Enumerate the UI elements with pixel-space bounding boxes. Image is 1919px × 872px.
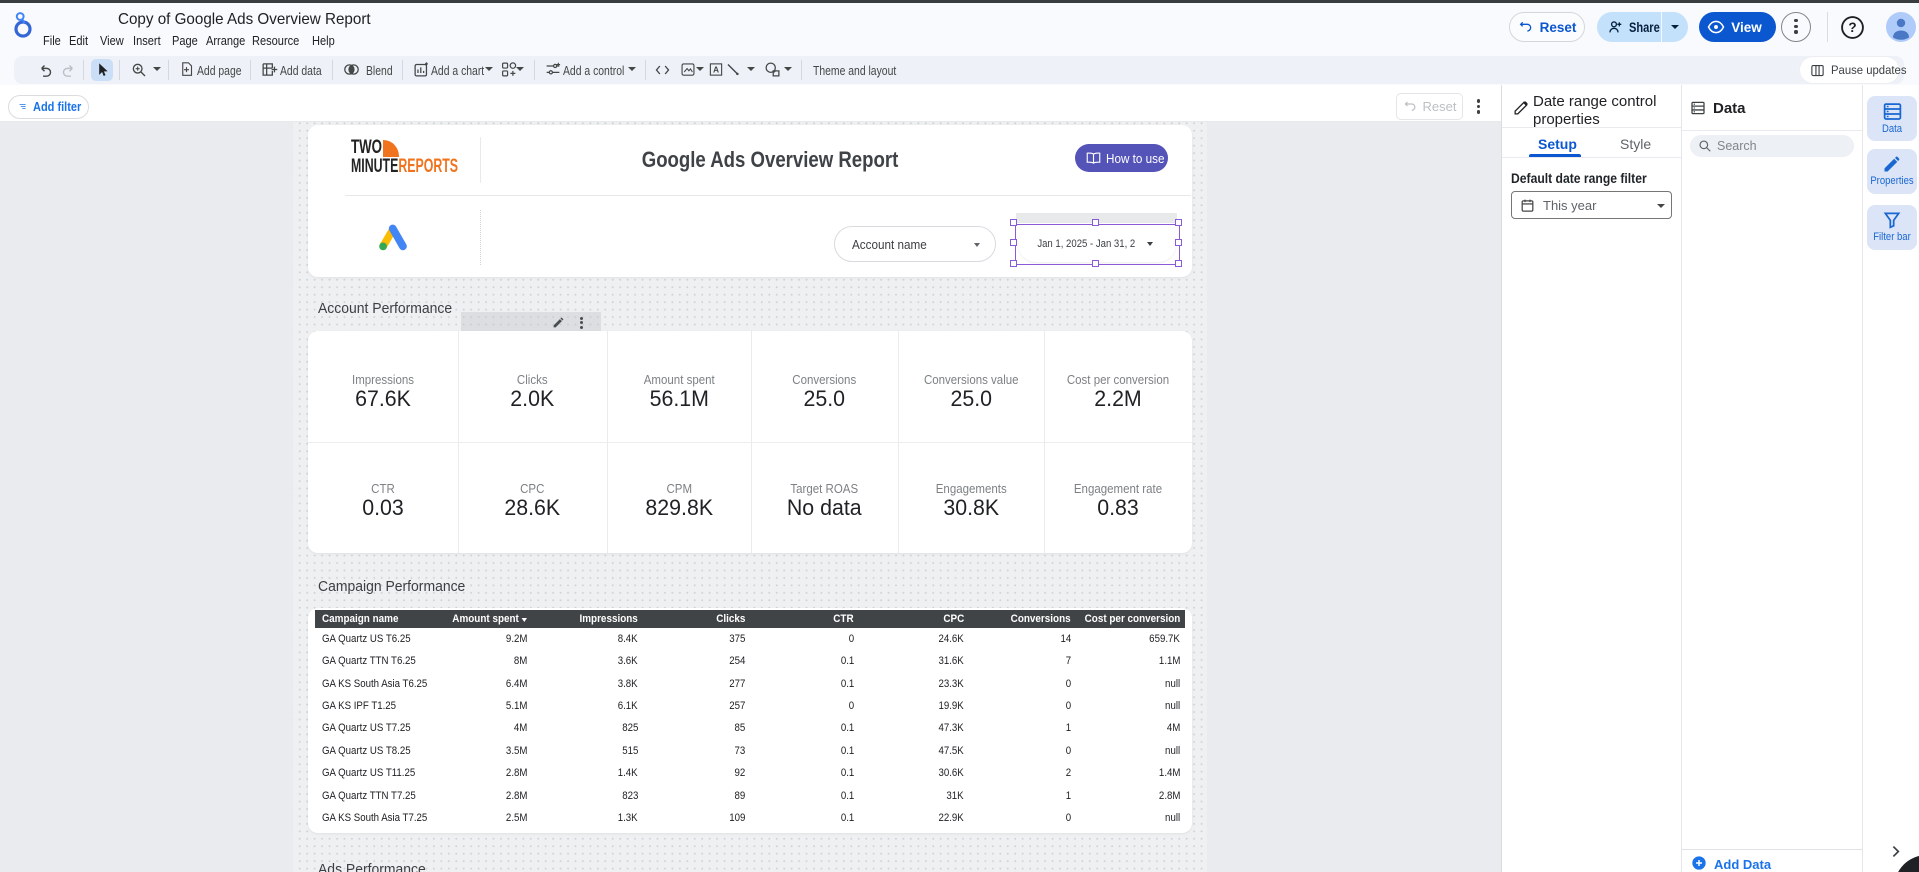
svg-text:A: A: [713, 65, 719, 75]
svg-text:?: ?: [1848, 20, 1856, 35]
